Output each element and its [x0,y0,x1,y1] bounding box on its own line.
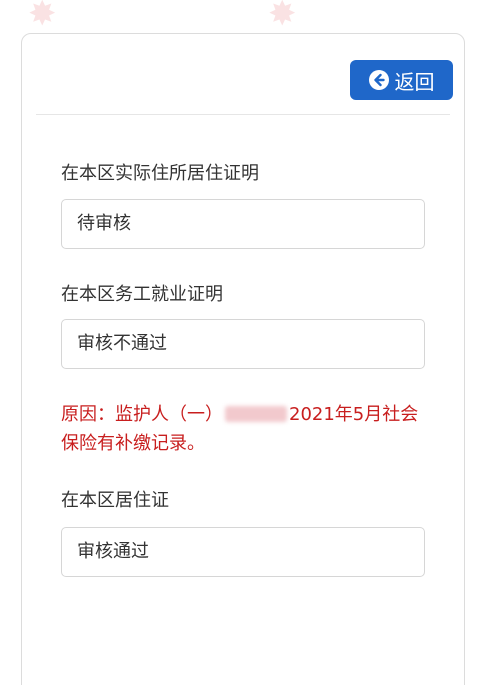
watermark-star-icon: ✸ [268,0,297,34]
header-divider [36,114,450,115]
residence-proof-label: 在本区实际住所居住证明 [61,163,259,184]
employment-proof-label: 在本区务工就业证明 [61,284,223,305]
redacted-name [225,406,287,422]
residence-proof-status-field[interactable]: 待审核 [61,199,425,249]
page: 北京幼升小网 微信号：bjysxwx 北京幼升小网 微信号：bjysxwx 北京… [0,0,482,685]
back-button-label: 返回 [394,69,435,94]
arrow-left-icon [368,70,389,90]
residence-permit-status-field[interactable]: 审核通过 [61,527,425,577]
employment-proof-status-field[interactable]: 审核不通过 [61,319,425,369]
back-button[interactable]: 返回 [350,60,453,100]
watermark-star-icon: ✸ [28,0,57,34]
rejection-reason: 原因：监护人（一） 2021年5月社会保险有补缴记录。 [61,400,431,458]
residence-permit-label: 在本区居住证 [61,490,169,511]
rejection-reason-prefix: 原因：监护人（一） [61,404,223,425]
